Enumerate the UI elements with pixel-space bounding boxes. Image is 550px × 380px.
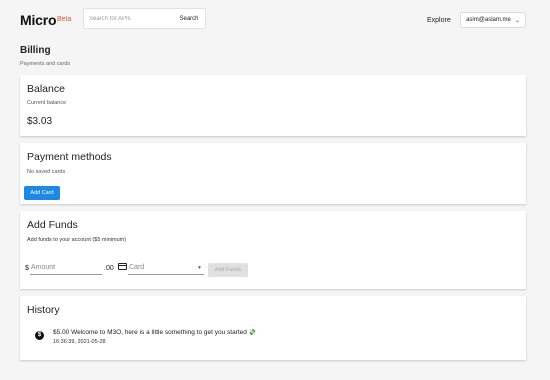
balance-label: Current balance [27,100,67,106]
add-funds-description: Add funds to your account ($5 minimum) [27,237,127,243]
balance-title: Balance [27,83,65,95]
money-icon: 💸 [248,330,257,336]
history-item-timestamp: 16:36:39, 2021-05-28 [53,339,106,345]
card-select-placeholder: Card [129,264,145,271]
user-email: asim@aslam.me [466,17,511,23]
search-input[interactable] [84,9,172,28]
balance-card: Balance Current balance $3.03 [20,75,526,136]
history-item: $ $5.00 Welcome to M3O, here is a little… [20,328,526,352]
amount-input[interactable] [30,261,102,275]
user-menu-button[interactable]: asim@aslam.me ⌄ [460,12,526,28]
top-header: Micro Beta Search Explore asim@aslam.me … [0,0,550,40]
explore-link[interactable]: Explore [427,17,451,24]
add-funds-title: Add Funds [27,219,78,231]
add-funds-card: Add Funds Add funds to your account ($5 … [20,211,526,289]
cents-suffix: .00 [104,265,114,272]
payment-methods-title: Payment methods [27,151,112,163]
page-title: Billing [20,45,51,56]
search-button[interactable]: Search [174,11,204,26]
credit-card-icon [118,263,127,270]
beta-badge: Beta [57,16,72,23]
history-item-description: $5.00 Welcome to M3O, here is a little s… [53,329,247,336]
balance-amount: $3.03 [27,116,53,127]
payment-methods-card: Payment methods No saved cards Add Card [20,143,526,204]
dropdown-arrow-icon: ▼ [197,264,202,271]
history-title: History [27,304,60,316]
search-bar: Search [83,8,206,29]
dollar-circle-icon: $ [35,331,44,340]
page-subtitle: Payments and cards [20,61,71,67]
logo[interactable]: Micro [20,12,57,28]
add-funds-button[interactable]: Add Funds [208,263,248,277]
history-item-text: $5.00 Welcome to M3O, here is a little s… [53,329,256,336]
chevron-down-icon: ⌄ [514,17,520,24]
history-card: History $ $5.00 Welcome to M3O, here is … [20,296,526,360]
card-select[interactable]: Card ▼ [128,261,204,275]
currency-symbol: $ [25,265,29,272]
no-cards-text: No saved cards [27,169,66,175]
add-card-button[interactable]: Add Card [24,186,60,200]
